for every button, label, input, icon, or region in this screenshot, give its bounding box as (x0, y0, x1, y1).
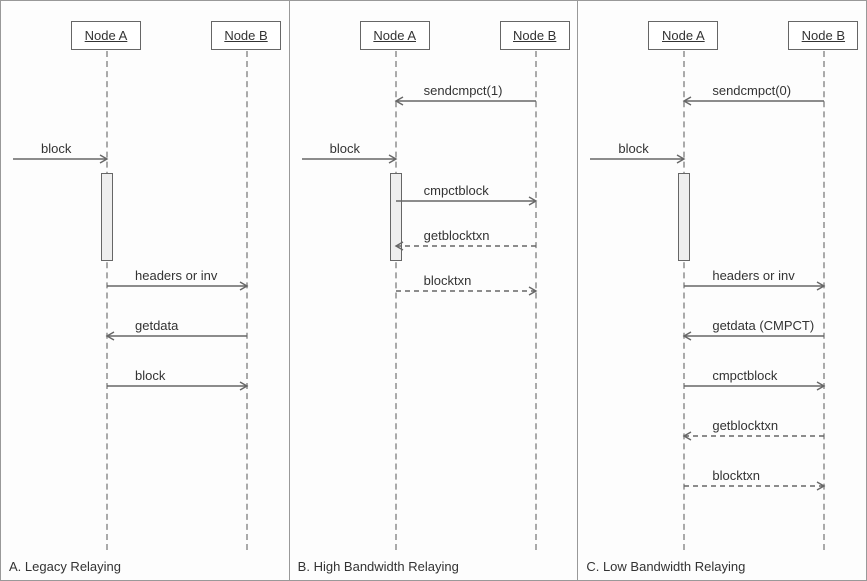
panel-caption: B. High Bandwidth Relaying (298, 559, 459, 574)
panel-high-bw: Node A Node B B. High Bandwidth Relaying… (289, 0, 579, 581)
message-label: blocktxn (424, 273, 472, 288)
panel-caption: C. Low Bandwidth Relaying (586, 559, 745, 574)
message-arrows (1, 1, 289, 580)
message-label: headers or inv (712, 268, 794, 283)
message-label: sendcmpct(1) (424, 83, 503, 98)
message-label: cmpctblock (712, 368, 777, 383)
message-label: block (618, 141, 648, 156)
message-label: cmpctblock (424, 183, 489, 198)
panel-low-bw: Node A Node B C. Low Bandwidth Relaying … (577, 0, 867, 581)
message-label: getdata (CMPCT) (712, 318, 814, 333)
panel-legacy: Node A Node B A. Legacy Relaying blockhe… (0, 0, 290, 581)
panel-caption: A. Legacy Relaying (9, 559, 121, 574)
message-label: block (135, 368, 165, 383)
message-label: block (330, 141, 360, 156)
message-label: getblocktxn (424, 228, 490, 243)
message-label: getdata (135, 318, 178, 333)
message-label: sendcmpct(0) (712, 83, 791, 98)
message-label: getblocktxn (712, 418, 778, 433)
message-label: block (41, 141, 71, 156)
message-label: blocktxn (712, 468, 760, 483)
diagram-container: Node A Node B A. Legacy Relaying blockhe… (0, 0, 867, 581)
message-label: headers or inv (135, 268, 217, 283)
